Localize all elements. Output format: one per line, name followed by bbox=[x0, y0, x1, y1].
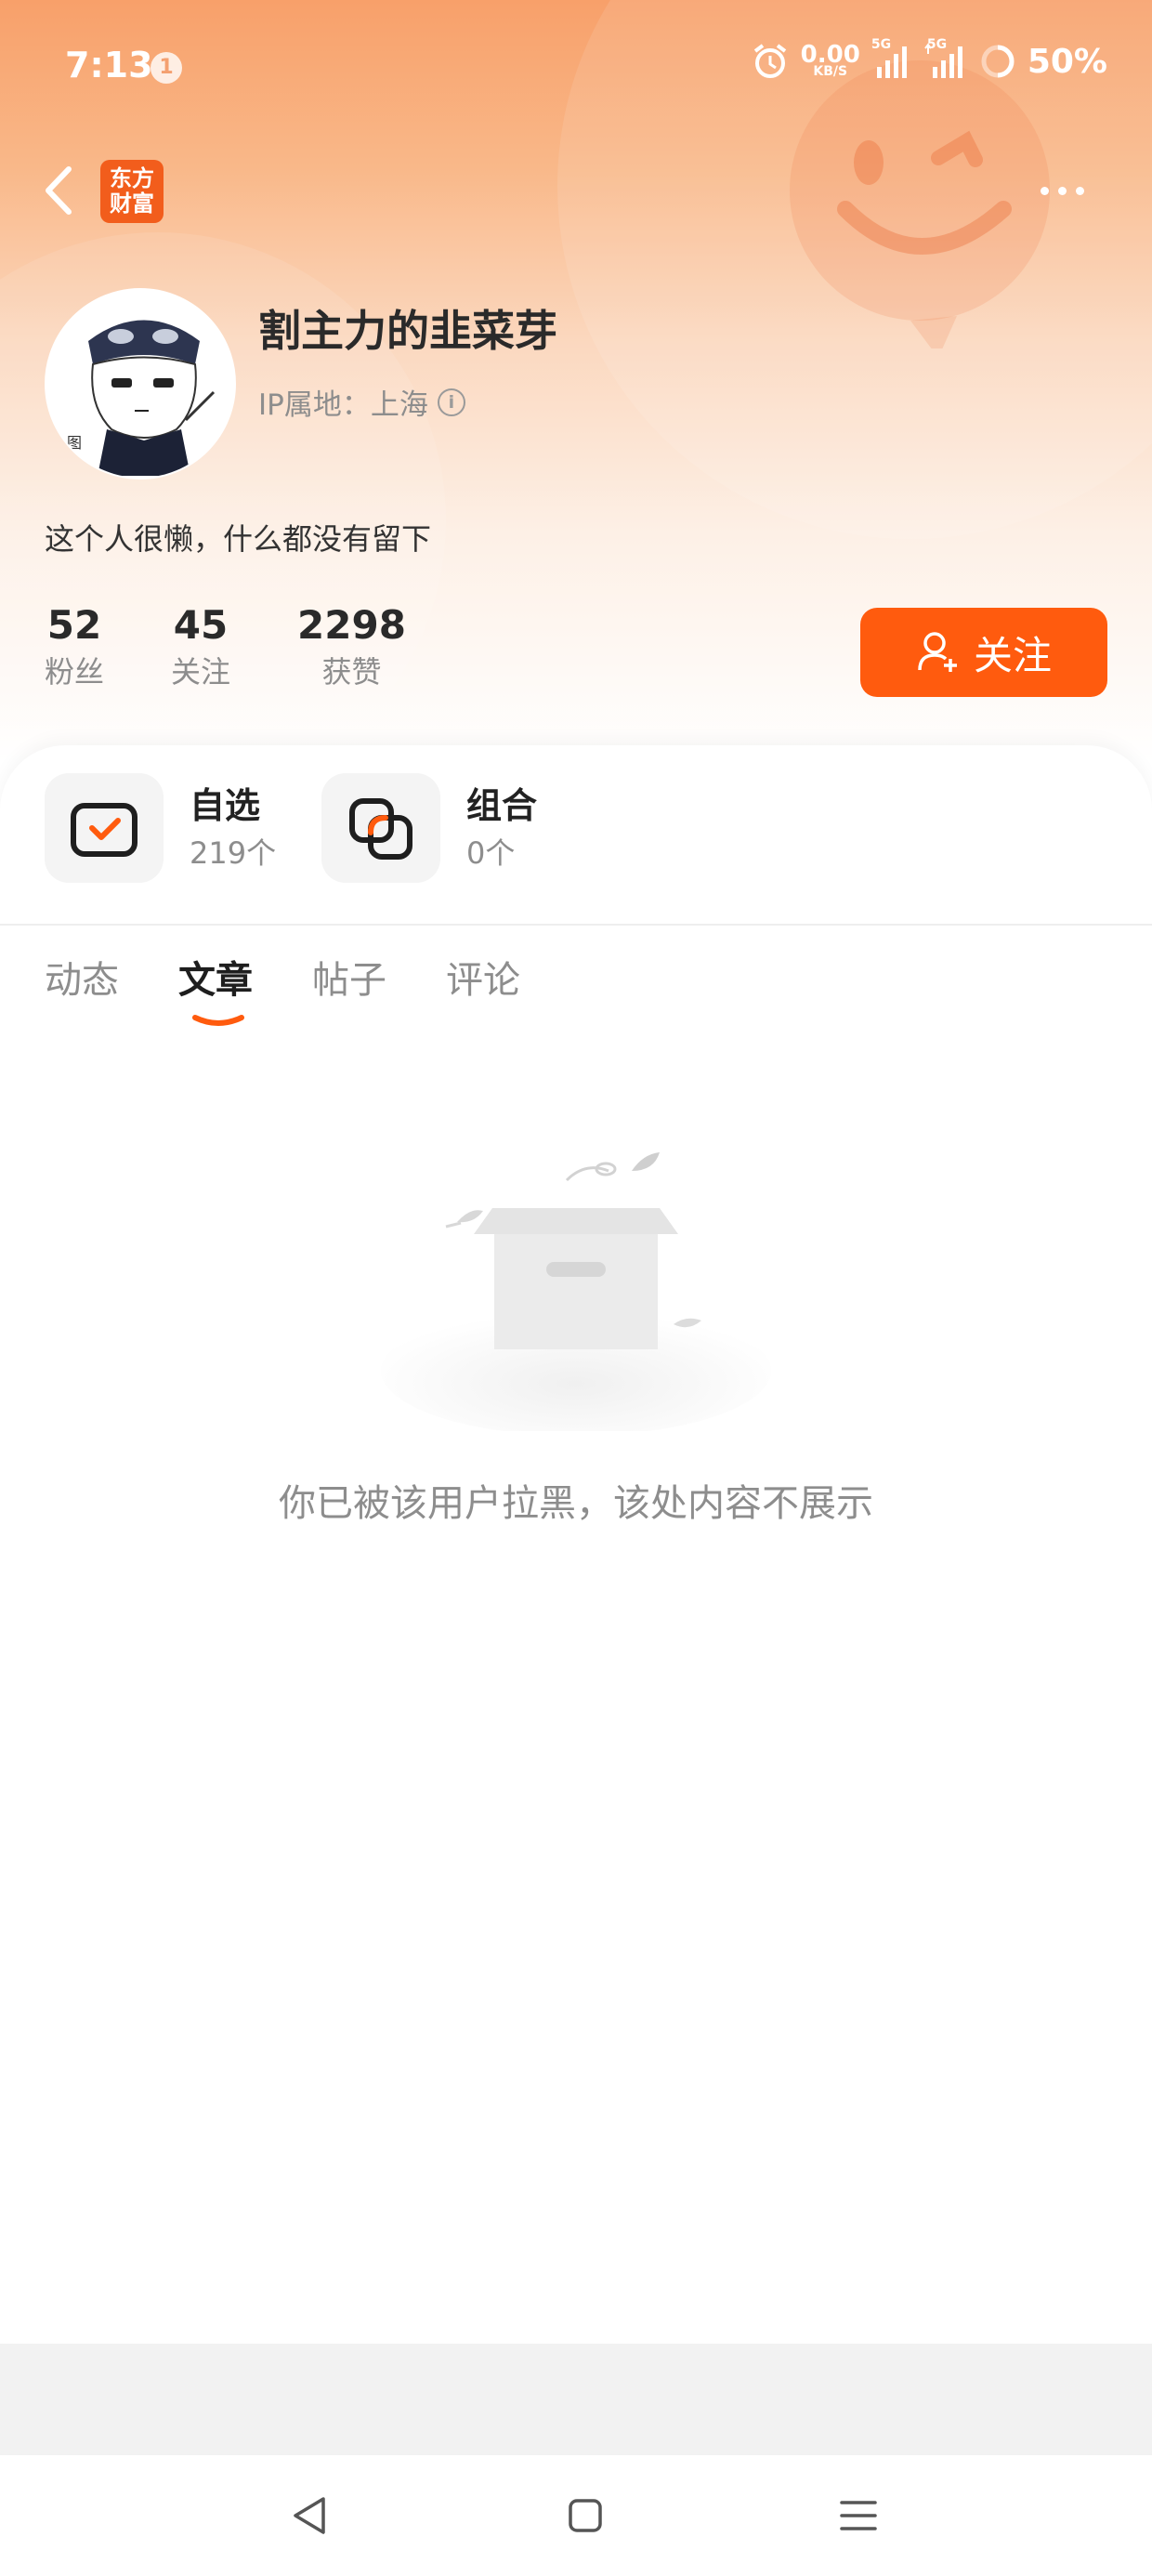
menu-icon[interactable] bbox=[831, 2488, 886, 2543]
watchlist-title: 自选 bbox=[190, 785, 261, 826]
bottom-spacer bbox=[0, 2344, 1152, 2455]
back-arrow-icon[interactable] bbox=[37, 158, 84, 223]
profile-stats: 52 粉丝 45 关注 2298 获赞 bbox=[45, 599, 473, 692]
portfolio-count: 0个 bbox=[466, 835, 516, 871]
network-speed: 0.00 KB/S bbox=[800, 41, 860, 79]
home-icon[interactable] bbox=[557, 2488, 613, 2543]
app-logo[interactable]: 东方 财富 bbox=[100, 160, 164, 223]
username: 割主力的韭菜芽 bbox=[258, 306, 557, 356]
portfolio-entry[interactable]: 组合 0个 bbox=[321, 773, 537, 883]
ip-location: IP属地：上海 i bbox=[258, 381, 465, 423]
avatar[interactable]: 图 bbox=[45, 288, 236, 480]
portfolio-tile bbox=[321, 773, 440, 883]
tab-comments[interactable]: 评论 bbox=[446, 948, 520, 1013]
add-user-icon bbox=[918, 632, 957, 672]
portfolio-title: 组合 bbox=[466, 785, 538, 826]
checkbox-icon bbox=[71, 803, 137, 857]
battery-ring-icon bbox=[981, 45, 1015, 78]
content-tabs: 动态 文章 帖子 评论 bbox=[45, 948, 580, 1026]
divider bbox=[0, 924, 1152, 926]
status-time: 7:13 bbox=[65, 45, 153, 85]
signal-icon: 5G bbox=[923, 37, 968, 80]
follow-button[interactable]: 关注 bbox=[860, 608, 1107, 697]
overlap-squares-icon bbox=[349, 798, 412, 860]
follow-label: 关注 bbox=[973, 632, 1052, 678]
status-bar: 7:13 1 0.00 KB/S 5G 5G 50% bbox=[0, 0, 1152, 139]
stat-followers[interactable]: 52 粉丝 bbox=[45, 599, 104, 692]
empty-box-icon bbox=[381, 1152, 771, 1431]
tab-posts[interactable]: 帖子 bbox=[312, 948, 386, 1013]
notification-badge: 1 bbox=[151, 52, 182, 84]
avatar-cartoon-icon: 图 bbox=[46, 290, 234, 478]
empty-state-message: 你已被该用户拉黑，该处内容不展示 bbox=[279, 1482, 873, 1525]
stat-likes: 2298 获赞 bbox=[297, 602, 406, 690]
status-icons: 0.00 KB/S 5G 5G 50% bbox=[751, 37, 1107, 81]
stat-following[interactable]: 45 关注 bbox=[171, 599, 230, 692]
more-options-icon[interactable] bbox=[1041, 177, 1115, 204]
watchlist-tile bbox=[45, 773, 164, 883]
watchlist-entry[interactable]: 自选 219个 bbox=[45, 773, 276, 883]
tab-articles[interactable]: 文章 bbox=[178, 948, 253, 1026]
back-icon[interactable] bbox=[282, 2488, 338, 2543]
signal-icon: 5G bbox=[871, 37, 912, 80]
watchlist-count: 219个 bbox=[190, 835, 277, 871]
user-bio: 这个人很懒，什么都没有留下 bbox=[45, 521, 432, 557]
battery-percent: 50% bbox=[1027, 42, 1107, 81]
info-icon[interactable]: i bbox=[437, 388, 465, 416]
system-nav-bar bbox=[0, 2455, 1152, 2576]
active-tab-indicator bbox=[192, 1015, 244, 1026]
tab-feed[interactable]: 动态 bbox=[45, 948, 119, 1013]
alarm-icon bbox=[753, 44, 786, 78]
